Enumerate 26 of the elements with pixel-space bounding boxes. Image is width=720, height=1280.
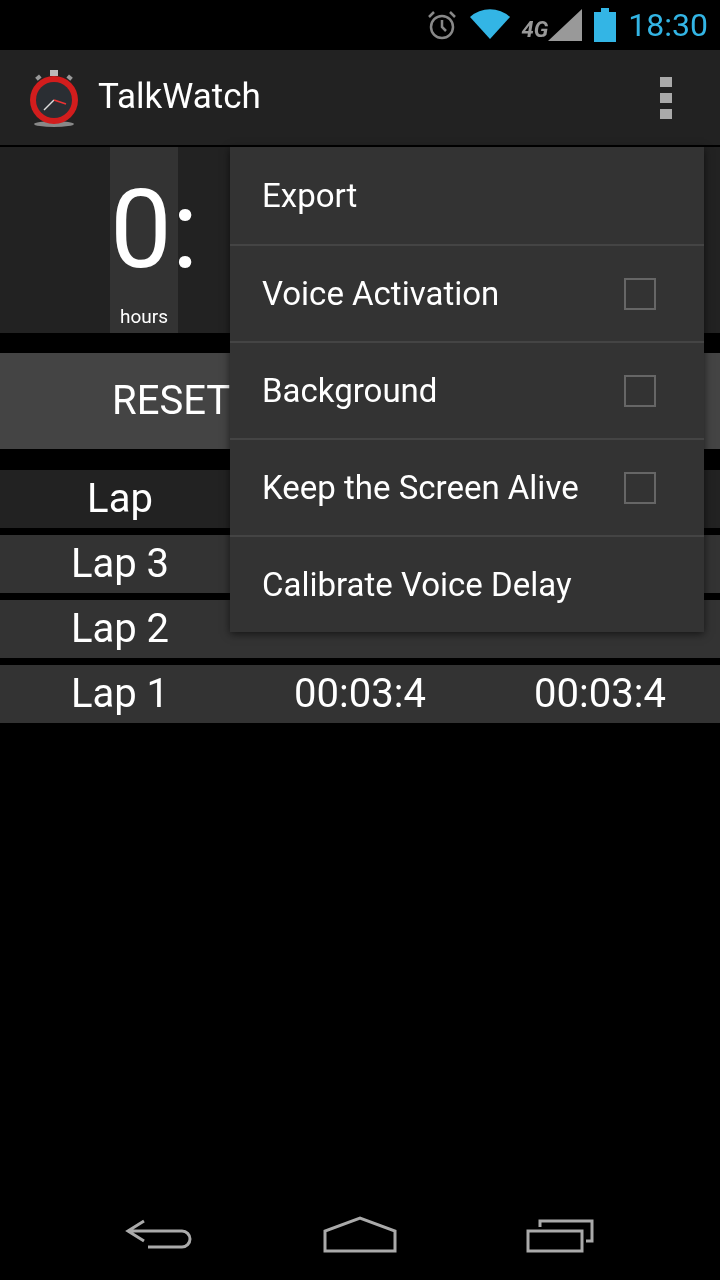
network-label: 4G xyxy=(521,19,549,41)
lap-name: Lap 2 xyxy=(69,604,171,654)
timer-display: 0: xyxy=(110,175,199,285)
recent-apps-icon[interactable] xyxy=(525,1217,596,1253)
menu-item[interactable]: Keep the Screen Alive xyxy=(230,438,704,535)
column-heading: Lap xyxy=(86,474,154,524)
menu-item[interactable]: Calibrate Voice Delay xyxy=(230,535,704,632)
app-title: TalkWatch xyxy=(98,75,262,120)
lap-name: Lap 1 xyxy=(69,669,171,719)
clock-time: 18:30 xyxy=(628,9,708,41)
signal-icon xyxy=(548,9,583,41)
unit-label: hours xyxy=(120,303,168,330)
checkbox[interactable] xyxy=(624,374,656,407)
battery-icon xyxy=(594,8,617,42)
menu-item[interactable]: Voice Activation xyxy=(230,244,704,341)
home-icon[interactable] xyxy=(323,1215,397,1255)
lap-time: 00:03:4 xyxy=(293,669,427,719)
checkbox[interactable] xyxy=(624,277,656,310)
wifi-icon xyxy=(469,9,510,41)
overflow-menu-icon[interactable] xyxy=(660,76,672,119)
stopwatch-icon xyxy=(28,67,80,128)
menu-item[interactable]: Background xyxy=(230,341,704,438)
checkbox[interactable] xyxy=(624,471,656,504)
lap-name: Lap 3 xyxy=(69,539,171,589)
menu-item[interactable]: Export xyxy=(230,147,704,244)
total-time: 00:03:4 xyxy=(533,669,667,719)
